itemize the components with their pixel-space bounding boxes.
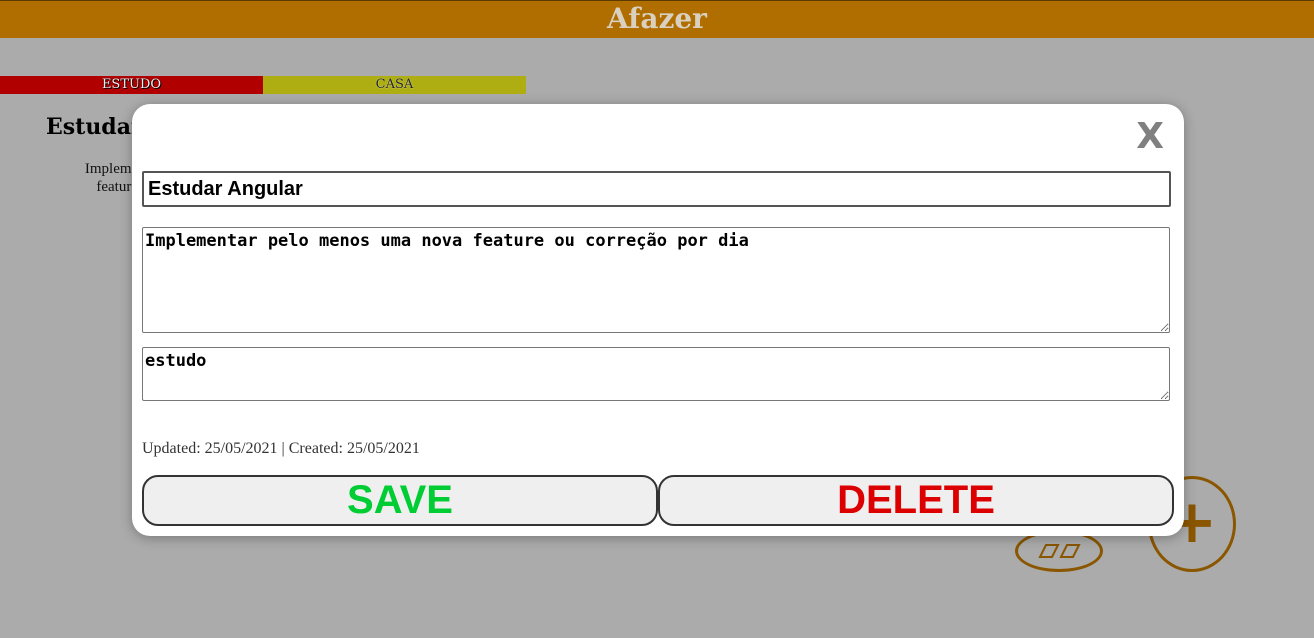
delete-button[interactable]: DELETE (658, 475, 1174, 526)
task-card-title: Estudar (46, 114, 143, 140)
app-title: Afazer (607, 2, 707, 35)
category-tabs: ESTUDO CASA (0, 76, 526, 94)
app-header: Afazer (0, 0, 1314, 38)
cards-view-icon (1038, 544, 1081, 558)
save-button[interactable]: SAVE (142, 475, 658, 526)
task-dates: Updated: 25/05/2021 | Created: 25/05/202… (142, 440, 420, 457)
close-icon[interactable]: X (1136, 116, 1164, 157)
task-description-textarea[interactable]: Implementar pelo menos uma nova feature … (142, 227, 1170, 333)
edit-task-modal: X Implementar pelo menos uma nova featur… (132, 104, 1184, 536)
tab-estudo[interactable]: ESTUDO (0, 76, 263, 94)
task-title-input[interactable] (142, 171, 1171, 207)
task-tag-textarea[interactable]: estudo (142, 347, 1170, 401)
tab-casa[interactable]: CASA (263, 76, 526, 94)
view-toggle-button[interactable] (1015, 530, 1103, 572)
